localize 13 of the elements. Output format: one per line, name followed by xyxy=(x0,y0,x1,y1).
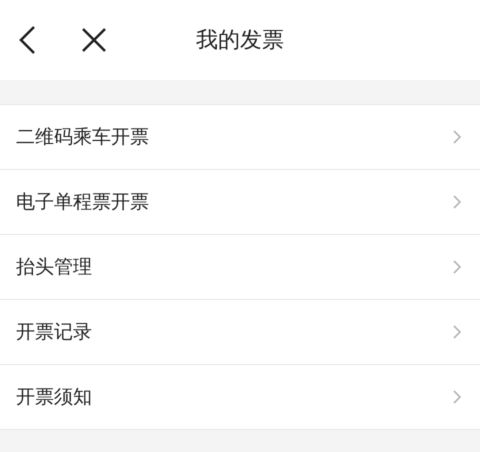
chevron-icon xyxy=(452,324,462,340)
menu-item[interactable]: 开票须知 xyxy=(0,365,480,429)
menu-item[interactable]: 电子单程票开票 xyxy=(0,170,480,235)
chevron-icon xyxy=(452,129,462,145)
menu-item[interactable]: 二维码乘车开票 xyxy=(0,105,480,170)
chevron-icon xyxy=(452,389,462,405)
menu-item[interactable]: 抬头管理 xyxy=(0,235,480,300)
back-icon[interactable] xyxy=(17,25,37,55)
chevron-icon xyxy=(452,194,462,210)
page-title: 我的发票 xyxy=(196,27,284,55)
chevron-icon xyxy=(452,259,462,275)
close-icon[interactable] xyxy=(81,27,107,53)
menu-item[interactable]: 开票记录 xyxy=(0,300,480,365)
